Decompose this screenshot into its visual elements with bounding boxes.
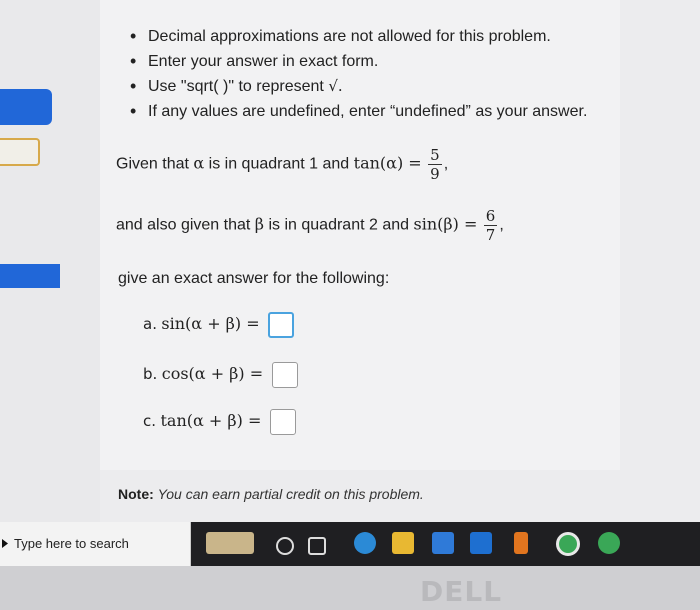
chrome-profile-icon[interactable] — [598, 532, 620, 554]
search-placeholder: Type here to search — [14, 536, 129, 551]
fraction-6-7: 67 — [483, 207, 498, 244]
cortana-app-icon[interactable] — [206, 532, 254, 554]
edge-icon[interactable] — [354, 532, 376, 554]
screen: Decimal approximations are not allowed f… — [0, 0, 700, 522]
sqrt-symbol: √. — [328, 77, 343, 95]
given-alpha: Given that α is in quadrant 1 and tan(α)… — [116, 146, 449, 183]
monitor-bezel — [0, 566, 700, 610]
side-tab-2[interactable] — [0, 138, 40, 166]
store-icon[interactable] — [432, 532, 454, 554]
chrome-icon[interactable] — [556, 532, 580, 556]
side-tab-3[interactable] — [0, 264, 60, 288]
prompt-text: give an exact answer for the following: — [118, 270, 390, 287]
task-view-icon[interactable] — [308, 537, 326, 555]
instruction-item: Enter your answer in exact form. — [130, 49, 587, 74]
file-explorer-icon[interactable] — [392, 532, 414, 554]
taskbar-search-box[interactable]: Type here to search — [0, 522, 191, 566]
answer-input-b[interactable] — [271, 362, 298, 388]
fraction-5-9: 59 — [428, 146, 442, 183]
mail-icon[interactable] — [470, 532, 492, 554]
taskbar: Type here to search — [0, 522, 700, 566]
search-icon — [2, 539, 8, 548]
given-beta: and also given that β is in quadrant 2 a… — [116, 207, 504, 244]
task-view-circle-icon[interactable] — [276, 537, 294, 555]
answer-input-a[interactable] — [268, 312, 295, 338]
instruction-item: Use "sqrt( )" to represent √. — [130, 74, 587, 99]
instruction-list: Decimal approximations are not allowed f… — [130, 24, 587, 124]
answer-input-c[interactable] — [269, 409, 296, 435]
dell-logo: DELL — [420, 575, 503, 608]
instruction-item: If any values are undefined, enter “unde… — [130, 99, 587, 124]
calculator-icon[interactable] — [514, 532, 528, 554]
part-c: c. tan(α + β) = — [143, 409, 296, 435]
note-text: Note: You can earn partial credit on thi… — [118, 486, 424, 502]
left-panel — [0, 0, 100, 522]
part-b: b. cos(α + β) = — [143, 362, 298, 388]
instruction-item: Decimal approximations are not allowed f… — [130, 24, 587, 49]
side-tab-1[interactable] — [0, 89, 52, 125]
part-a: a. sin(α + β) = — [143, 312, 295, 338]
